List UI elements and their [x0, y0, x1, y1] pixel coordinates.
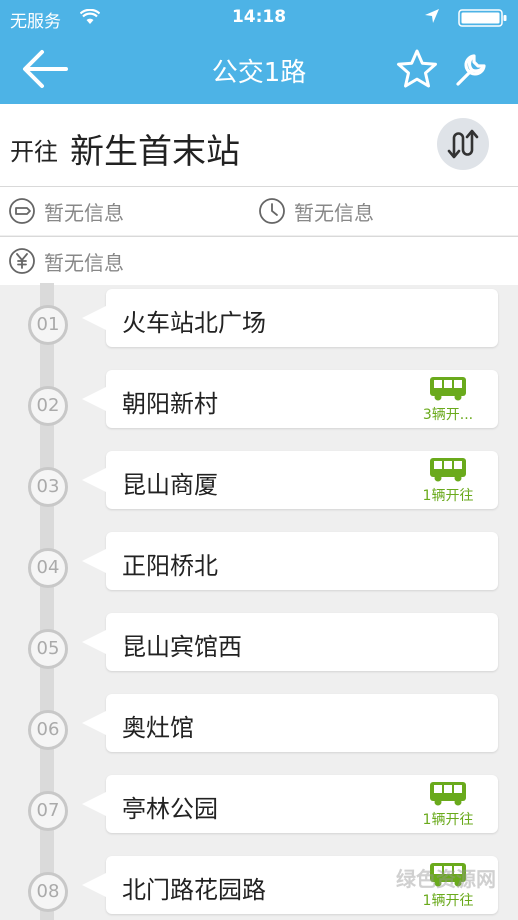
stop-card[interactable]: 奥灶馆	[82, 694, 498, 752]
stop-name: 火车站北广场	[122, 309, 266, 337]
stop-number: 06	[28, 710, 68, 750]
location-arrow-icon	[425, 9, 439, 23]
direction-prefix: 开往	[10, 138, 58, 166]
bus-indicator: 3辆开...	[420, 376, 476, 424]
bus-count: 3辆开...	[422, 407, 474, 423]
interval-text: 暂无信息	[44, 200, 124, 225]
status-bar: 无服务 14:18	[0, 0, 518, 34]
stop-item: 06 奥灶馆	[0, 688, 518, 768]
bus-indicator: 1辆开往	[420, 457, 476, 505]
time-text: 暂无信息	[294, 200, 374, 225]
clock-icon	[259, 198, 285, 224]
stop-list: 01 火车站北广场 02 朝阳新村 3辆开... 03 昆山商厦 1辆开往 04…	[0, 283, 518, 920]
direction-sign-icon	[9, 198, 35, 224]
stop-card[interactable]: 昆山商厦 1辆开往	[82, 451, 498, 509]
swap-arrows-icon	[447, 129, 479, 159]
wrench-icon[interactable]	[450, 48, 492, 90]
clock: 14:18	[231, 7, 287, 27]
watermark: 绿色资源网	[396, 867, 496, 891]
top-bar: 无服务 14:18 公交1路	[0, 0, 518, 104]
stop-name: 奥灶馆	[122, 714, 194, 742]
time-info: 暂无信息	[258, 187, 374, 235]
stop-item: 05 昆山宾馆西	[0, 607, 518, 687]
stop-number: 05	[28, 629, 68, 669]
price-info: 暂无信息	[8, 237, 124, 285]
price-text: 暂无信息	[44, 250, 124, 275]
stop-name: 朝阳新村	[122, 390, 218, 418]
stop-number: 07	[28, 791, 68, 831]
stop-item: 03 昆山商厦 1辆开往	[0, 445, 518, 525]
stop-card[interactable]: 朝阳新村 3辆开...	[82, 370, 498, 428]
bus-icon	[430, 458, 466, 482]
bus-icon	[430, 782, 466, 806]
interval-info: 暂无信息	[8, 187, 124, 235]
stop-card[interactable]: 昆山宾馆西	[82, 613, 498, 671]
stop-number: 08	[28, 872, 68, 912]
yuan-icon	[9, 248, 35, 274]
stop-number: 02	[28, 386, 68, 426]
stop-card[interactable]: 火车站北广场	[82, 289, 498, 347]
bus-icon	[430, 377, 466, 401]
stop-name: 昆山宾馆西	[122, 633, 242, 661]
nav-bar: 公交1路	[0, 34, 518, 104]
info-row-2: 暂无信息	[0, 236, 518, 285]
bus-count: 1辆开往	[422, 812, 474, 828]
stop-item: 01 火车站北广场	[0, 283, 518, 363]
stop-item: 04 正阳桥北	[0, 526, 518, 606]
stop-number: 03	[28, 467, 68, 507]
info-row-1: 暂无信息 暂无信息	[0, 186, 518, 235]
stop-name: 正阳桥北	[122, 552, 218, 580]
stop-card[interactable]: 亭林公园 1辆开往	[82, 775, 498, 833]
page-title: 公交1路	[211, 58, 307, 88]
stop-number: 01	[28, 305, 68, 345]
bus-count: 1辆开往	[422, 893, 474, 909]
stop-item: 02 朝阳新村 3辆开...	[0, 364, 518, 444]
stop-item: 07 亭林公园 1辆开往	[0, 769, 518, 849]
battery-icon	[458, 9, 507, 27]
destination-name: 新生首末站	[70, 132, 240, 172]
favorite-star-icon[interactable]	[396, 48, 438, 90]
stop-name: 昆山商厦	[122, 471, 218, 499]
stop-card[interactable]: 正阳桥北	[82, 532, 498, 590]
stop-number: 04	[28, 548, 68, 588]
stop-name: 北门路花园路	[122, 876, 266, 904]
bus-count: 1辆开往	[422, 488, 474, 504]
stop-name: 亭林公园	[122, 795, 218, 823]
swap-direction-button[interactable]	[437, 118, 489, 170]
bus-indicator: 1辆开往	[420, 781, 476, 829]
